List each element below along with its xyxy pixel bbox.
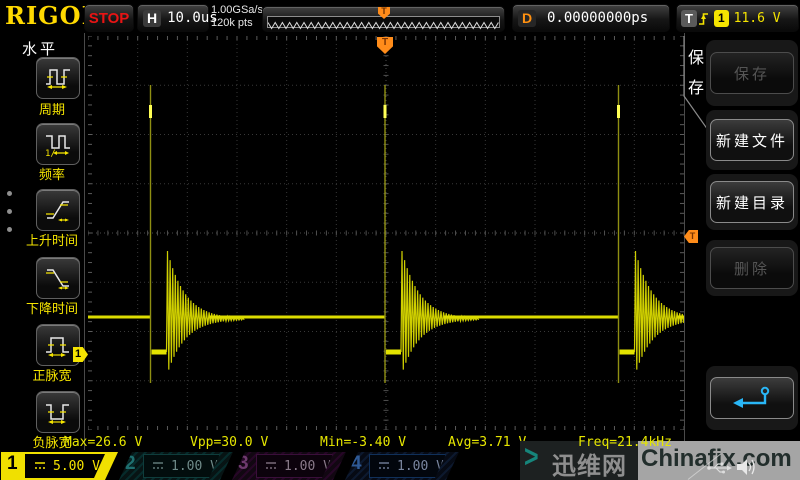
trigger-label: T	[681, 10, 697, 27]
oscilloscope-screen: RIGOL STOP H 10.0us 1.00GSa/s 120k pts T…	[0, 0, 800, 480]
measure-rise-time-button[interactable]	[36, 189, 80, 231]
preview-wave-icon	[268, 20, 499, 30]
channel-1-scale: 5.00 V	[53, 459, 100, 474]
measure-fall-time-button[interactable]	[36, 257, 80, 299]
measurement-min: Min=-3.40 V	[320, 435, 406, 450]
channel-1-tab[interactable]: 1 5.00 V	[1, 452, 118, 480]
softkey-slot: 新建文件	[706, 110, 798, 170]
negative-pulse-width-icon	[44, 399, 72, 425]
measure-fall-time-label: 下降时间	[4, 298, 100, 317]
measure-frequency-button[interactable]: 1/	[36, 123, 80, 165]
softkey-slot: 删除	[706, 240, 798, 296]
measurement-freq: Freq=21.4kHz	[578, 435, 672, 450]
measure-negative-width-button[interactable]	[36, 391, 80, 433]
channel-1-number: 1	[7, 453, 18, 475]
dc-coupling-icon	[265, 461, 277, 471]
softkey-slot	[706, 366, 798, 430]
usb-icon	[706, 461, 733, 475]
channel-4-tab[interactable]: 4 1.00 V	[345, 452, 459, 480]
watermark-cn-text: 迅维网	[552, 446, 627, 480]
sample-rate: 1.00GSa/s	[211, 4, 263, 17]
trigger-level-value: 11.6 V	[734, 11, 781, 26]
channel-2-tab[interactable]: 2 1.00 V	[119, 452, 233, 480]
measurement-vpp: Vpp=30.0 V	[190, 435, 268, 450]
period-icon	[44, 65, 72, 91]
rising-edge-icon	[697, 10, 710, 27]
fall-time-icon	[44, 265, 72, 291]
measure-frequency-label: 频率	[4, 164, 100, 183]
dc-coupling-icon	[378, 461, 390, 471]
speaker-icon	[735, 457, 757, 477]
softkey-slot: 新建目录	[706, 174, 798, 230]
left-screen-border	[84, 33, 85, 450]
new-file-button[interactable]: 新建文件	[710, 119, 794, 161]
channel1-ground-marker[interactable]: 1	[73, 347, 88, 362]
measurement-avg: Avg=3.71 V	[448, 435, 526, 450]
channel-3-tab[interactable]: 3 1.00 V	[232, 452, 346, 480]
measure-rise-time-label: 上升时间	[4, 230, 100, 249]
channel-2-scale: 1.00 V	[171, 459, 218, 474]
frequency-icon: 1/	[44, 131, 72, 157]
channel-3-scale: 1.00 V	[284, 459, 331, 474]
return-arrow-icon	[730, 385, 774, 411]
save-menu-tab: 存	[688, 74, 704, 98]
graticule-waveform-display	[88, 36, 684, 430]
menu-page-dot	[7, 209, 12, 214]
delay-box: D 0.00000000ps	[512, 4, 670, 32]
new-folder-button[interactable]: 新建目录	[710, 181, 794, 223]
delay-label: D	[518, 10, 536, 27]
positive-pulse-width-icon	[44, 332, 72, 358]
waveform-preview-bar: T	[262, 6, 505, 32]
dc-coupling-icon	[34, 461, 46, 471]
measure-period-button[interactable]	[36, 57, 80, 99]
softkey-slot: 保存	[706, 40, 798, 106]
timebase-box: H 10.0us	[137, 4, 209, 32]
save-button[interactable]: 保存	[710, 52, 794, 94]
measure-menu-header: 水平	[22, 38, 58, 59]
dc-coupling-icon	[152, 461, 164, 471]
measure-period-label: 周期	[4, 99, 100, 118]
measurement-max: Max=26.6 V	[64, 435, 142, 450]
channel-3-number: 3	[238, 453, 249, 475]
delete-button[interactable]: 删除	[710, 247, 794, 289]
watermark-arrow-icon: >	[524, 439, 539, 475]
trigger-level-marker[interactable]: T	[684, 230, 698, 243]
delay-value: 0.00000000ps	[547, 10, 658, 26]
channel-4-scale: 1.00 V	[397, 459, 444, 474]
trigger-source-badge: 1	[714, 10, 729, 27]
back-button[interactable]	[710, 377, 794, 419]
channel-2-number: 2	[125, 453, 136, 475]
menu-page-dot	[7, 227, 12, 232]
menu-page-dot	[7, 191, 12, 196]
memory-depth: 120k pts	[211, 17, 263, 30]
acquisition-info: 1.00GSa/s 120k pts	[211, 4, 263, 30]
channel-4-number: 4	[351, 453, 362, 475]
trigger-box: T 1 11.6 V	[676, 4, 799, 32]
measure-positive-width-label: 正脉宽	[4, 365, 100, 384]
horizontal-label: H	[143, 10, 161, 27]
rise-time-icon	[44, 197, 72, 223]
save-menu-tab: 保	[688, 44, 704, 68]
run-state-indicator: STOP	[84, 4, 134, 32]
